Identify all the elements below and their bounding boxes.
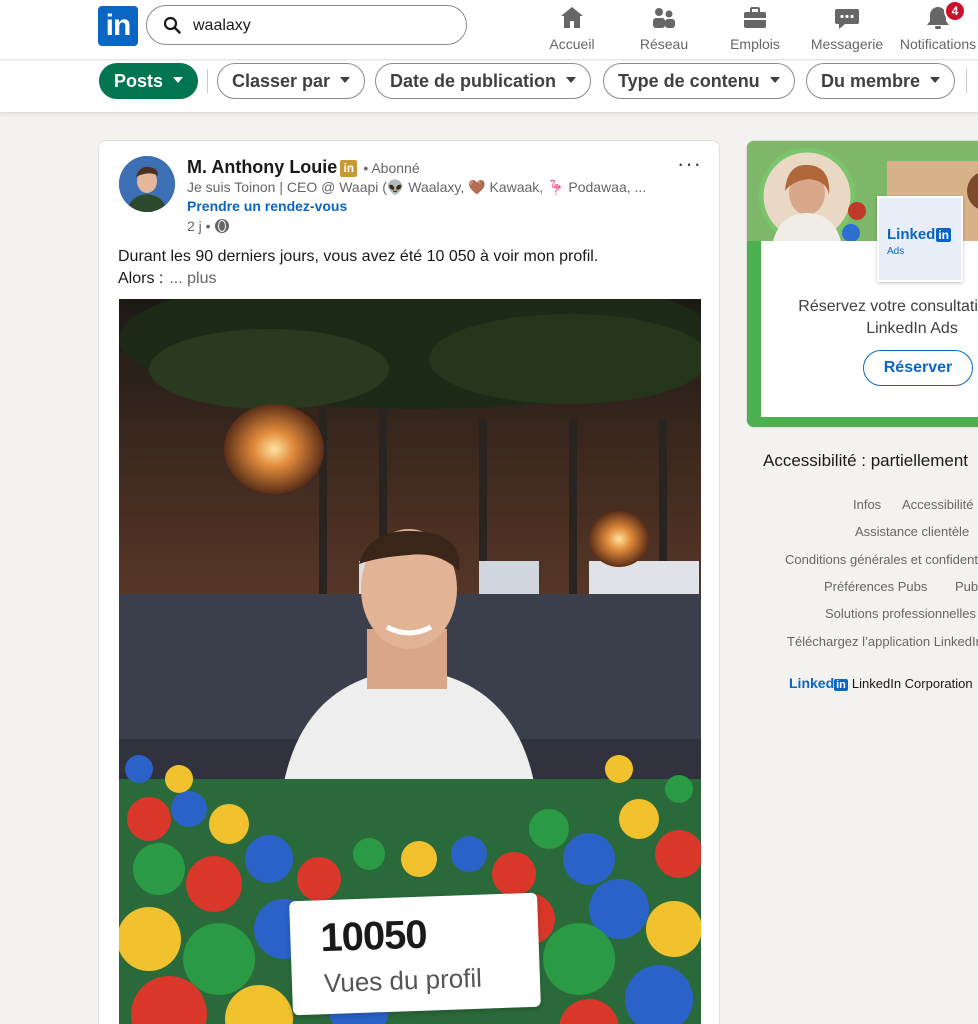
author-name[interactable]: M. Anthony Louie (187, 157, 337, 177)
nav-label-notifications: Notifications (899, 36, 977, 52)
nav-item-messaging[interactable]: Messagerie (807, 2, 887, 52)
profile-views-number: 10050 (319, 912, 428, 961)
nav-item-home[interactable]: Accueil (532, 2, 612, 52)
see-more-link[interactable]: ... plus (169, 270, 216, 287)
linkedin-ads-logo: Linked in Ads (877, 196, 963, 282)
book-button[interactable]: Réserver (863, 350, 973, 386)
nav-label-network: Réseau (639, 36, 689, 52)
network-icon (653, 8, 675, 28)
filter-posts-label: Posts (114, 71, 164, 91)
post-text-continuation: Alors : (118, 270, 164, 287)
ad-text-line-2: LinkedIn Ads (866, 320, 958, 337)
nav-item-notifications[interactable]: 4 Notifications (898, 0, 978, 52)
footer-brand-in: in (834, 679, 848, 691)
caret-down-icon (930, 77, 941, 84)
nav-label-jobs: Emplois (730, 36, 780, 52)
search-bar[interactable] (146, 5, 467, 45)
ads-logo-linked: Linked (887, 226, 936, 243)
footer-link-ad-prefs[interactable]: Préférences Pubs (824, 579, 927, 594)
filter-divider (207, 69, 208, 93)
nav-label-messaging: Messagerie (810, 36, 884, 52)
footer-link-accessibility[interactable]: Accessibilité (902, 497, 974, 512)
footer-link-help[interactable]: Assistance clientèle (855, 524, 969, 539)
footer-link-terms[interactable]: Conditions générales et confidentialité (785, 552, 978, 567)
footer-link-about[interactable]: Infos (853, 497, 881, 512)
ads-logo-text: Linked in (887, 226, 952, 243)
ad-card: Linked in Ads Réservez votre consultation… (746, 140, 978, 428)
ads-logo-in: in (936, 228, 952, 242)
post-image[interactable]: 10050 Vues du profil (119, 299, 701, 1024)
caret-down-icon (340, 77, 351, 84)
profile-views-label: Vues du profil (323, 962, 483, 999)
ad-text: Réservez votre consultation LinkedIn Ads (777, 296, 978, 340)
filter-date-posted-label: Date de publication (390, 71, 557, 91)
author-avatar[interactable] (119, 156, 175, 212)
post-author-line: M. Anthony Louie in • Abonné (187, 157, 420, 178)
premium-badge-icon: in (340, 160, 358, 177)
nav-item-network[interactable]: Réseau (624, 2, 704, 52)
post-time: 2 j • (187, 218, 211, 234)
caret-down-icon (173, 77, 184, 84)
footer-link-app[interactable]: Téléchargez l’application LinkedIn (787, 634, 978, 649)
profile-views-card: 10050 Vues du profil (289, 892, 541, 1016)
globe-icon (214, 219, 229, 233)
ad-text-line-1: Réservez votre consultation (798, 298, 978, 315)
footer-brand: Linked in LinkedIn Corporation (789, 675, 973, 691)
search-filter-bar: Posts Classer par Date de publication Ty… (0, 61, 978, 113)
filter-date-posted[interactable]: Date de publication (375, 63, 592, 99)
home-icon (561, 7, 583, 28)
search-icon (163, 16, 181, 34)
filter-sort-by[interactable]: Classer par (217, 63, 366, 99)
filter-content-type-label: Type de contenu (618, 71, 760, 91)
post-card: M. Anthony Louie in • Abonné Je suis Toino… (98, 140, 720, 1024)
nav-label-home: Accueil (549, 36, 595, 52)
footer-link-advertising[interactable]: Publicité (955, 579, 978, 594)
book-appointment-link[interactable]: Prendre un rendez-vous (187, 198, 347, 214)
caret-down-icon (769, 77, 780, 84)
post-text-line-2: Alors : ... plus (118, 268, 708, 290)
nav-item-jobs[interactable]: Emplois (715, 2, 795, 52)
more-options-icon[interactable]: ··· (677, 151, 702, 177)
search-input[interactable] (193, 14, 453, 38)
top-navigation: in Accueil Réseau Emplois (0, 0, 978, 60)
author-headline: Je suis Toinon | CEO @ Waapi (👽 Waalaxy,… (187, 179, 647, 195)
linkedin-logo[interactable]: in (98, 6, 138, 46)
briefcase-icon (744, 7, 766, 28)
accessibility-status[interactable]: Accessibilité : partiellement (763, 451, 968, 471)
caret-down-icon (566, 77, 577, 84)
filter-divider (966, 69, 967, 93)
footer-corporation: LinkedIn Corporation (851, 676, 973, 691)
follow-status: • Abonné (363, 160, 420, 176)
ads-logo-sub: Ads (887, 246, 905, 257)
notification-count-badge: 4 (944, 0, 966, 22)
post-timestamp: 2 j • (187, 218, 229, 234)
post-text-line: Durant les 90 derniers jours, vous avez … (118, 248, 599, 265)
footer-link-business[interactable]: Solutions professionnelles (825, 606, 976, 621)
messaging-icon (835, 9, 859, 29)
filter-posts[interactable]: Posts (99, 63, 199, 99)
avatar-image (119, 156, 175, 212)
filter-sort-by-label: Classer par (232, 71, 331, 91)
filter-from-member-label: Du membre (821, 71, 921, 91)
filter-content-type[interactable]: Type de contenu (603, 63, 795, 99)
post-text: Durant les 90 derniers jours, vous avez … (118, 246, 708, 290)
filter-from-member[interactable]: Du membre (806, 63, 956, 99)
footer-brand-text: Linked (789, 675, 835, 691)
